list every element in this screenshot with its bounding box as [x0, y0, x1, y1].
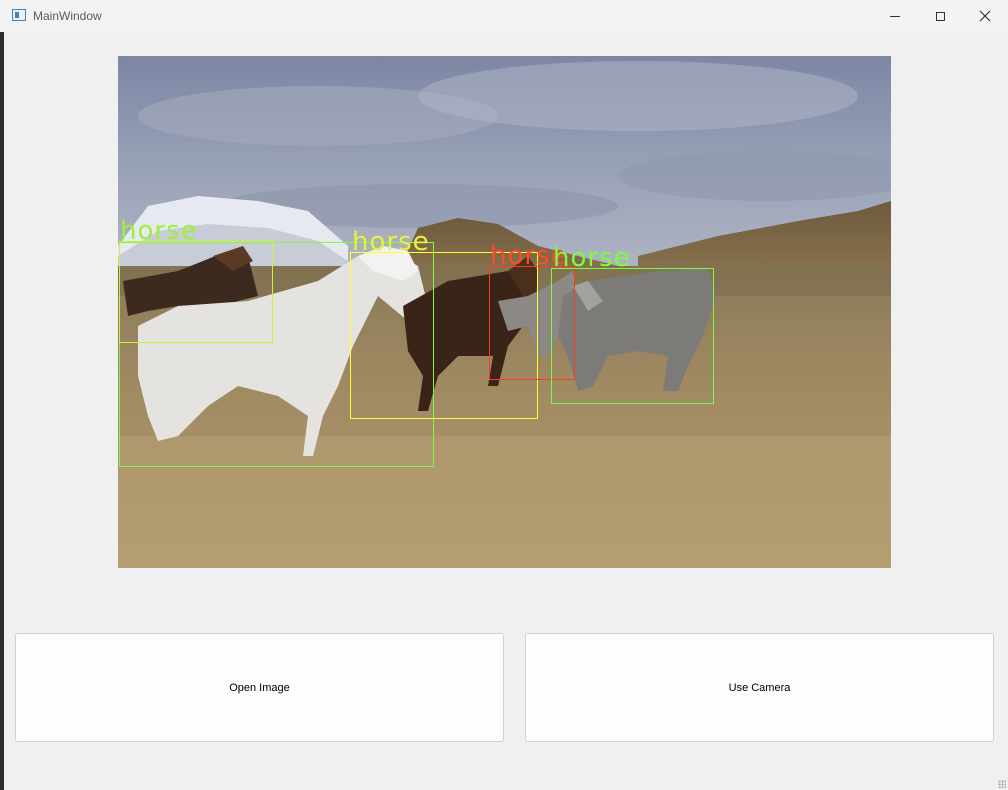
detection-box: [119, 241, 273, 343]
detection-boxes-overlay: [119, 241, 714, 467]
resize-grip-icon[interactable]: [998, 780, 1006, 788]
app-window-icon: [12, 9, 26, 21]
detection-box: [350, 252, 538, 419]
maximize-button[interactable]: [917, 0, 963, 32]
close-icon: [979, 10, 991, 22]
detection-box: [551, 268, 714, 404]
detection-box: [119, 242, 434, 467]
use-camera-button[interactable]: Use Camera: [525, 633, 994, 742]
window-title: MainWindow: [33, 9, 102, 23]
minimize-icon: [890, 15, 900, 17]
detection-label: horse: [120, 216, 198, 246]
detection-image-view: horse horse horse horse: [118, 56, 891, 568]
maximize-icon: [935, 11, 945, 21]
close-button[interactable]: [962, 0, 1008, 32]
open-image-button[interactable]: Open Image: [15, 633, 504, 742]
detection-label: horse: [553, 243, 631, 273]
detection-box: [489, 266, 575, 380]
background-window-edge: [0, 32, 4, 790]
minimize-button[interactable]: [872, 0, 918, 32]
detection-label: horse: [352, 227, 430, 257]
title-bar[interactable]: MainWindow: [0, 0, 1008, 32]
